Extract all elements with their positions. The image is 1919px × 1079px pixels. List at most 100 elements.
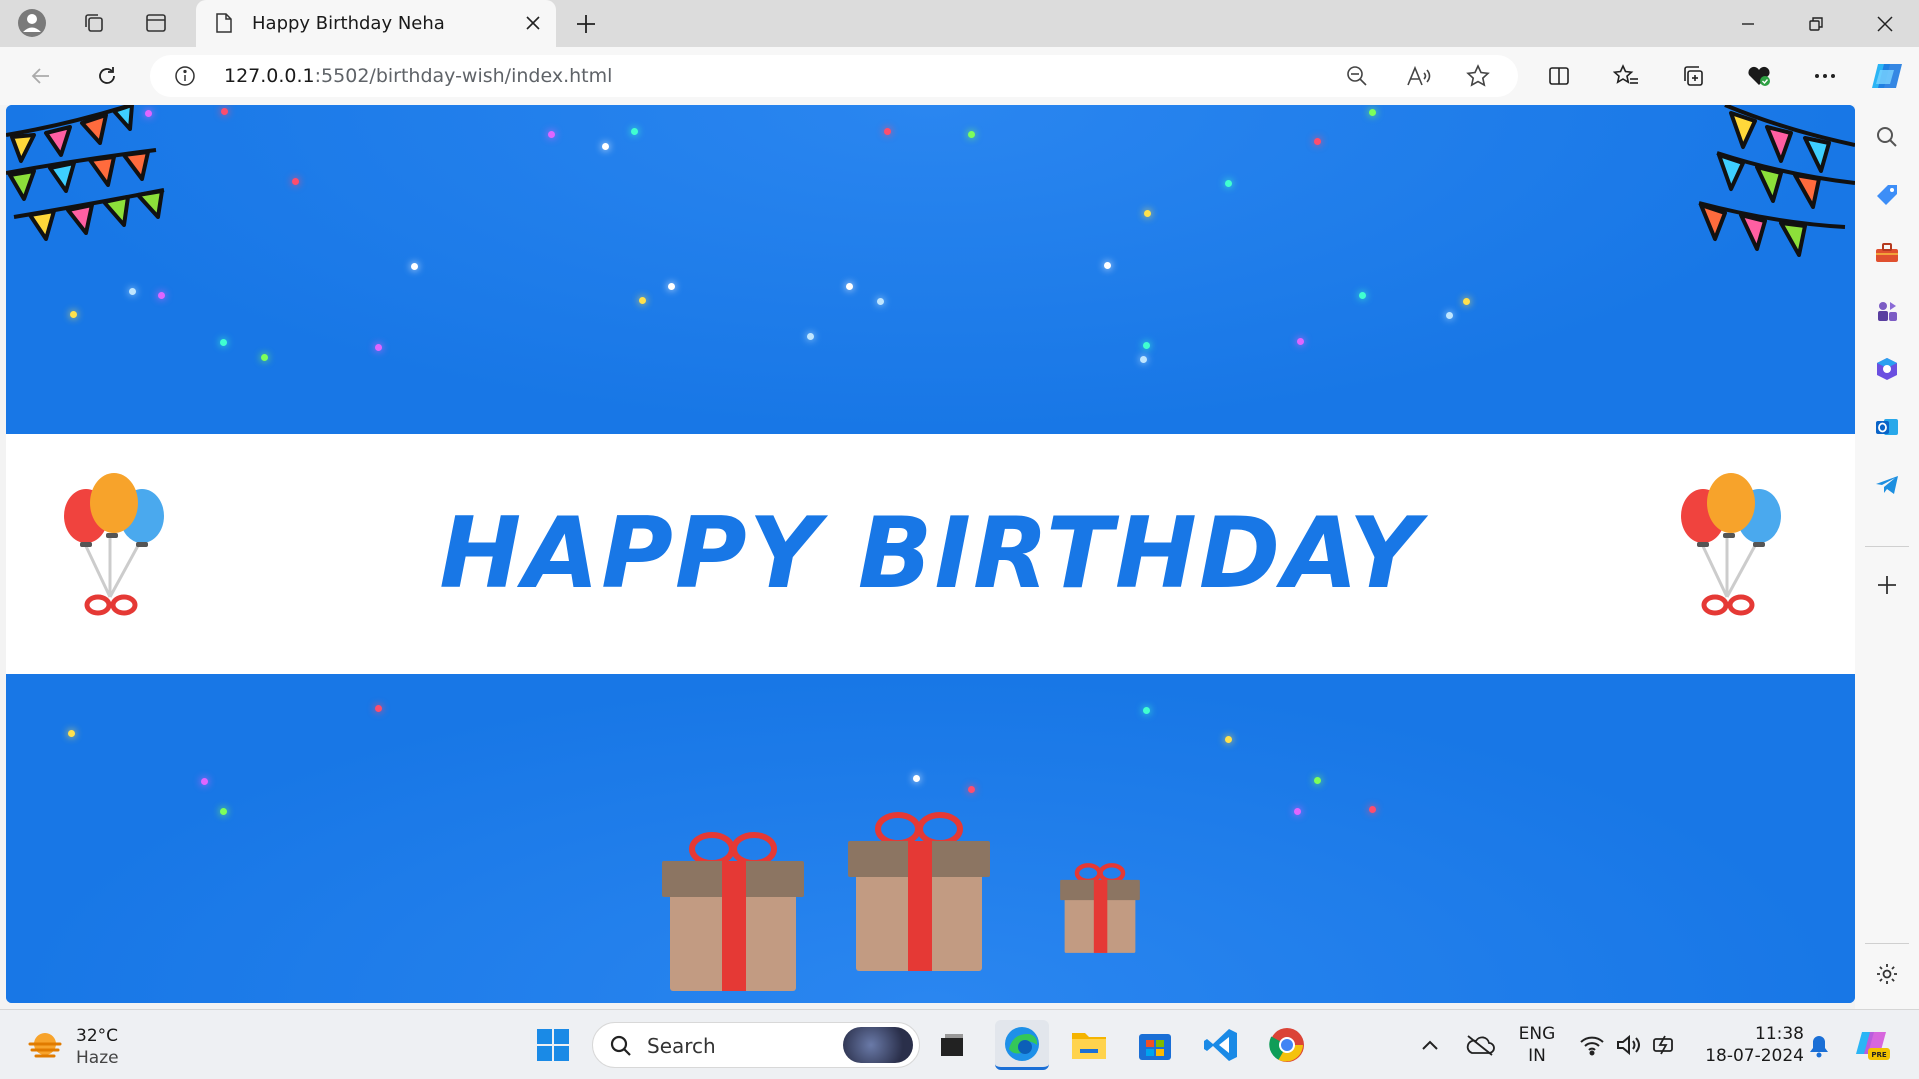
- telegram-icon[interactable]: [1867, 465, 1907, 505]
- file-explorer-icon[interactable]: [1062, 1020, 1116, 1070]
- sparkle: [1225, 736, 1232, 743]
- search-highlight-image: [843, 1027, 913, 1063]
- sparkle: [201, 778, 208, 785]
- search-icon[interactable]: [1867, 117, 1907, 157]
- favorite-star-icon[interactable]: [1466, 64, 1490, 88]
- site-info-icon[interactable]: [174, 65, 196, 87]
- sparkle: [1463, 298, 1470, 305]
- sparkle: [1359, 292, 1366, 299]
- copilot-icon[interactable]: [1868, 58, 1906, 94]
- weather-haze-icon: [26, 1030, 64, 1062]
- clock[interactable]: 11:38 18-07-2024: [1694, 1022, 1804, 1068]
- refresh-icon[interactable]: [88, 58, 126, 94]
- sparkle: [220, 808, 227, 815]
- minimize-icon[interactable]: [1719, 0, 1777, 47]
- games-icon[interactable]: [1867, 291, 1907, 331]
- tab-happy-birthday[interactable]: Happy Birthday Neha: [196, 0, 556, 47]
- vertical-tabs-icon[interactable]: [136, 6, 176, 40]
- tools-icon[interactable]: [1867, 233, 1907, 273]
- search-label: Search: [647, 1034, 716, 1058]
- chrome-icon[interactable]: [1260, 1020, 1314, 1070]
- region-code: IN: [1528, 1046, 1546, 1066]
- battery-charging-icon[interactable]: [1650, 1032, 1678, 1058]
- gift-box-icon: [662, 832, 804, 991]
- sparkle: [1314, 777, 1321, 784]
- sidebar-divider: [1865, 943, 1909, 944]
- restore-icon[interactable]: [1787, 0, 1845, 47]
- tab-title: Happy Birthday Neha: [252, 13, 445, 34]
- language-code: ENG: [1518, 1024, 1556, 1044]
- headline-band: HAPPY BIRTHDAY: [6, 434, 1855, 674]
- profile-icon[interactable]: [12, 6, 52, 40]
- windows-start-icon[interactable]: [526, 1020, 580, 1070]
- sparkle: [877, 298, 884, 305]
- sparkle: [375, 344, 382, 351]
- sparkle: [639, 297, 646, 304]
- address-bar[interactable]: 127.0.0.1:5502/birthday-wish/index.html: [150, 55, 1518, 97]
- page-viewport: HAPPY BIRTHDAY: [6, 105, 1855, 1003]
- copilot-preview-icon[interactable]: PRE: [1852, 1024, 1892, 1064]
- workspaces-icon[interactable]: [74, 6, 114, 40]
- tab-strip: Happy Birthday Neha: [0, 0, 1919, 47]
- zoom-out-icon[interactable]: [1346, 65, 1368, 87]
- volume-icon[interactable]: [1614, 1032, 1642, 1058]
- weather-condition: Haze: [76, 1048, 119, 1068]
- shopping-tag-icon[interactable]: [1867, 175, 1907, 215]
- sparkle: [631, 128, 638, 135]
- gift-box-icon: [1060, 863, 1140, 953]
- sparkle: [884, 128, 891, 135]
- sparkle: [1297, 338, 1304, 345]
- sparkle: [411, 263, 418, 270]
- sparkle: [261, 354, 268, 361]
- sparkle: [221, 108, 228, 115]
- microsoft-store-icon[interactable]: [1128, 1020, 1182, 1070]
- edge-sidebar: [1855, 105, 1919, 1009]
- language-indicator[interactable]: ENG IN: [1512, 1022, 1562, 1068]
- collections-icon[interactable]: [1674, 58, 1712, 94]
- sparkle: [70, 311, 77, 318]
- sparkle: [220, 339, 227, 346]
- wifi-icon[interactable]: [1578, 1032, 1606, 1058]
- sparkle: [846, 283, 853, 290]
- back-icon[interactable]: [22, 58, 60, 94]
- notification-bell-icon[interactable]: [1804, 1032, 1834, 1060]
- split-screen-icon[interactable]: [1540, 58, 1578, 94]
- tab-page-icon: [214, 12, 234, 34]
- taskbar-search[interactable]: Search: [592, 1022, 920, 1068]
- add-icon[interactable]: [1867, 565, 1907, 605]
- sky-top: [6, 105, 1855, 434]
- taskbar: 32°C Haze Search ENG IN 11:38 18-07-2024…: [0, 1009, 1919, 1079]
- weather-widget[interactable]: 32°C Haze: [22, 1024, 152, 1068]
- microsoft-365-icon[interactable]: [1867, 349, 1907, 389]
- bunting-left-icon: [6, 105, 165, 241]
- vscode-icon[interactable]: [1194, 1020, 1248, 1070]
- read-aloud-icon[interactable]: [1406, 65, 1432, 87]
- sparkle: [1314, 138, 1321, 145]
- search-icon: [609, 1034, 633, 1058]
- sparkle: [807, 333, 814, 340]
- browser-essentials-icon[interactable]: [1740, 58, 1778, 94]
- chevron-up-icon[interactable]: [1418, 1034, 1442, 1056]
- new-tab-icon[interactable]: [566, 6, 606, 42]
- sparkle: [668, 283, 675, 290]
- close-icon[interactable]: [520, 10, 546, 36]
- task-view-icon[interactable]: [925, 1020, 979, 1070]
- gift-box-icon: [848, 812, 990, 971]
- settings-icon[interactable]: [1867, 954, 1907, 994]
- window-close-icon[interactable]: [1856, 0, 1914, 47]
- edge-icon[interactable]: [995, 1020, 1049, 1070]
- favorites-icon[interactable]: [1607, 58, 1645, 94]
- url-text[interactable]: 127.0.0.1:5502/birthday-wish/index.html: [224, 65, 612, 87]
- onedrive-offline-icon[interactable]: [1464, 1032, 1496, 1058]
- outlook-icon[interactable]: [1867, 407, 1907, 447]
- sparkle: [1369, 109, 1376, 116]
- url-host: 127.0.0.1: [224, 65, 315, 87]
- sparkle: [913, 775, 920, 782]
- sparkle: [68, 730, 75, 737]
- sparkle: [1104, 262, 1111, 269]
- url-path: :5502/birthday-wish/index.html: [314, 65, 613, 87]
- sparkle: [1294, 808, 1301, 815]
- more-icon[interactable]: [1806, 58, 1844, 94]
- sidebar-divider: [1865, 546, 1909, 547]
- sparkle: [1144, 210, 1151, 217]
